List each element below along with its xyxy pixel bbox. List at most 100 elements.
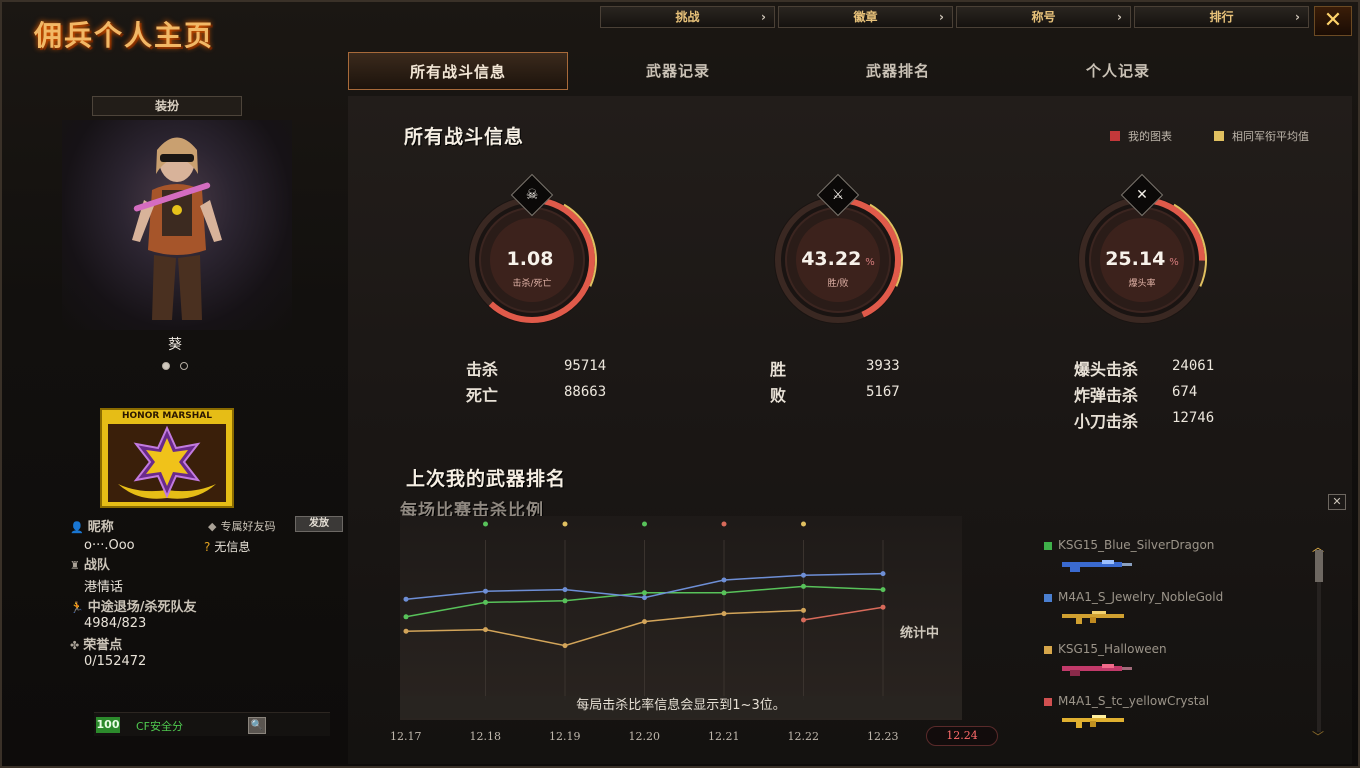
clan-icon: ♜ xyxy=(70,559,80,572)
gauge-headshot-label: 爆头率 xyxy=(1128,279,1156,289)
x-tick-label[interactable]: 12.17 xyxy=(390,730,422,743)
tab-personal-record[interactable]: 个人记录 xyxy=(1008,52,1228,90)
x-tick-active[interactable]: 12.24 xyxy=(926,726,998,746)
carousel-dots xyxy=(162,362,188,370)
gauge-kd-label: 击杀/死亡 xyxy=(512,279,552,289)
chevron-down-icon[interactable]: ﹀ xyxy=(1312,728,1324,745)
gauge-kd: ☠ 1.08 击杀/死亡 xyxy=(462,173,602,340)
tab-weapon-rank[interactable]: 武器排名 xyxy=(788,52,1008,90)
chart-caption: 每局击杀比率信息会显示到1~3位。 xyxy=(400,696,962,718)
data-point xyxy=(721,577,727,583)
close-icon[interactable]: ✕ xyxy=(1314,6,1352,36)
deaths-label: 死亡 xyxy=(466,386,499,405)
page-title: 佣兵个人主页 xyxy=(34,19,215,52)
data-point xyxy=(721,590,727,596)
top-marker xyxy=(721,521,727,527)
list-item[interactable]: M4A1_S_tc_yellowCrystal xyxy=(1040,692,1300,744)
character-figure xyxy=(132,137,222,320)
rifle-icon xyxy=(1062,715,1124,728)
series-swatch xyxy=(1044,698,1052,706)
send-friend-code-button[interactable]: 发放 xyxy=(295,516,343,532)
honor-label: ✤ 荣誉点 xyxy=(70,638,123,653)
close-icon[interactable]: ✕ xyxy=(1328,494,1346,510)
quit-label: 🏃 中途退场/杀死队友 xyxy=(70,600,197,615)
weapon-list-scrollbar[interactable]: ︿ ﹀ xyxy=(1312,540,1326,744)
x-tick-label[interactable]: 12.22 xyxy=(788,730,820,743)
weapon-name: M4A1_S_tc_yellowCrystal xyxy=(1058,694,1210,708)
rank-badge[interactable]: HONOR MARSHAL xyxy=(100,408,234,508)
top-marker xyxy=(642,521,647,527)
chevron-right-icon: › xyxy=(1295,10,1300,24)
weapon-name: KSG15_Blue_SilverDragon xyxy=(1058,538,1215,552)
scroll-thumb[interactable] xyxy=(1315,550,1323,582)
x-tick-label[interactable]: 12.18 xyxy=(470,730,502,743)
weapon-name: KSG15_Halloween xyxy=(1058,642,1167,656)
calc-status: 统计中 xyxy=(900,626,940,641)
x-tick-label[interactable]: 12.23 xyxy=(867,730,899,743)
data-point xyxy=(801,617,806,623)
gauge-win-rate-label: 胜/败 xyxy=(827,279,849,289)
shotgun-icon xyxy=(1062,664,1132,676)
x-tick-label[interactable]: 12.20 xyxy=(629,730,661,743)
data-point xyxy=(721,611,727,617)
legend-swatch-yellow xyxy=(1214,131,1224,141)
top-nav: 挑战 › 徽章 › 称号 › 排行 › xyxy=(600,6,1309,28)
data-point xyxy=(642,590,647,596)
gauge-headshot-value: 25.14% xyxy=(1105,248,1179,270)
tab-all-battle-info[interactable]: 所有战斗信息 xyxy=(348,52,568,90)
x-tick-label[interactable]: 12.19 xyxy=(549,730,581,743)
data-point xyxy=(880,571,886,577)
honor-value: 0/152472 xyxy=(84,654,147,669)
top-marker xyxy=(483,521,488,527)
kills-value: 95714 xyxy=(564,358,607,374)
legend-swatch-red xyxy=(1110,131,1120,141)
gauge-win-rate: ⚔ 43.22% 胜/败 xyxy=(768,173,908,340)
weapon-rank-title: 上次我的武器排名 xyxy=(406,468,567,490)
clan-label: ♜ 战队 xyxy=(70,558,110,573)
top-marker xyxy=(801,521,806,527)
chevron-right-icon: › xyxy=(939,10,944,24)
list-item[interactable]: KSG15_Blue_SilverDragon xyxy=(1040,536,1300,588)
gauge-headshot: ✕ 25.14% 爆头率 xyxy=(1072,173,1212,340)
data-point xyxy=(642,619,647,625)
data-point xyxy=(403,614,409,620)
friend-code-value: ? 无信息 xyxy=(204,540,251,554)
weapon-list: KSG15_Blue_SilverDragon M4A1_S_Jewelry_N… xyxy=(1040,536,1300,744)
gauge-win-rate-value: 43.22% xyxy=(801,248,875,270)
nav-ranking-button[interactable]: 排行 › xyxy=(1134,6,1309,28)
knife-kills-value: 12746 xyxy=(1172,410,1215,426)
x-tick-label[interactable]: 12.21 xyxy=(708,730,740,743)
losses-value: 5167 xyxy=(866,384,900,400)
data-point xyxy=(483,588,488,594)
knife-kills-label: 小刀击杀 xyxy=(1074,412,1139,431)
data-point xyxy=(801,607,806,613)
question-icon: ? xyxy=(204,540,211,554)
character-portrait[interactable] xyxy=(62,120,292,330)
line-chart-svg xyxy=(400,516,962,720)
nickname-label: 👤 昵称 xyxy=(70,520,114,535)
nav-badge-button[interactable]: 徽章 › xyxy=(778,6,953,28)
nav-challenge-button[interactable]: 挑战 › xyxy=(600,6,775,28)
clover-icon: ✤ xyxy=(70,639,80,652)
nav-title-button[interactable]: 称号 › xyxy=(956,6,1131,28)
carousel-dot-2[interactable] xyxy=(180,362,188,370)
wins-label: 胜 xyxy=(770,360,787,379)
carousel-dot-1[interactable] xyxy=(162,362,170,370)
kill-ratio-chart xyxy=(400,516,962,720)
badge-title: HONOR MARSHAL xyxy=(122,411,212,421)
tag-icon: ◆ xyxy=(208,520,217,533)
series-swatch xyxy=(1044,594,1052,602)
deaths-value: 88663 xyxy=(564,384,607,400)
rifle-icon xyxy=(1062,611,1124,624)
top-marker xyxy=(562,521,568,527)
character-name: 葵 xyxy=(168,337,182,353)
weapon-name: M4A1_S_Jewelry_NobleGold xyxy=(1058,590,1224,604)
list-item[interactable]: M4A1_S_Jewelry_NobleGold xyxy=(1040,588,1300,640)
clan-value[interactable]: 港情话 xyxy=(84,576,123,595)
tab-weapon-record[interactable]: 武器记录 xyxy=(568,52,788,90)
chevron-right-icon: › xyxy=(761,10,766,24)
search-icon[interactable]: 🔍 xyxy=(248,717,266,734)
outfit-button[interactable]: 装扮 xyxy=(92,96,242,116)
security-score-bar: 100 CF安全分 🔍 xyxy=(94,712,330,736)
list-item[interactable]: KSG15_Halloween xyxy=(1040,640,1300,692)
